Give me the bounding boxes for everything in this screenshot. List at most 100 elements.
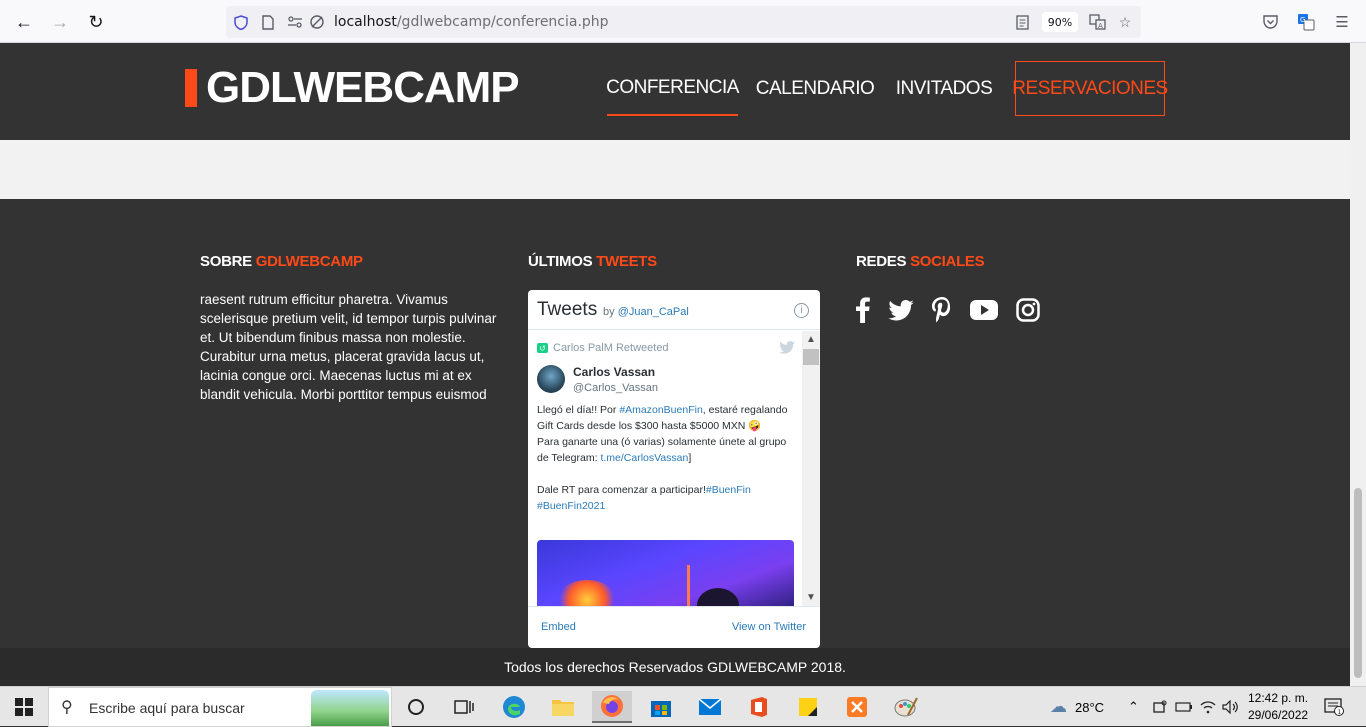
temperature: 28°C xyxy=(1075,699,1105,715)
translate-icon[interactable]: A xyxy=(1088,13,1106,31)
info-icon[interactable]: i xyxy=(794,303,809,318)
notifications-icon[interactable]: 1 xyxy=(1324,687,1344,727)
system-clock[interactable]: 12:42 p. m. 29/06/2022 xyxy=(1248,690,1312,724)
telegram-link[interactable]: t.me/CarlosVassan xyxy=(600,452,688,464)
about-heading-accent: GDLWEBCAMP xyxy=(255,253,363,270)
twitter-widget-by: by @Juan_CaPal xyxy=(603,306,689,318)
address-bar[interactable]: localhost/gdlwebcamp/conferencia.php 90%… xyxy=(226,6,1141,38)
main-nav: CONFERENCIA CALENDARIO INVITADOS RESERVA… xyxy=(606,61,1168,116)
logo-text: GDLWEBCAMP xyxy=(206,63,520,112)
url-host: localhost xyxy=(334,14,397,30)
xampp-icon[interactable] xyxy=(837,691,877,723)
tracking-blocked-icon[interactable] xyxy=(308,13,326,31)
web-page: GDLWEBCAMP CONFERENCIA CALENDARIO INVITA… xyxy=(0,43,1350,686)
nav-reservaciones[interactable]: RESERVACIONES xyxy=(1012,61,1168,116)
tweet-author-handle[interactable]: @Carlos_Vassan xyxy=(573,382,658,394)
browser-toolbar: ← → ↻ localhost/gdlwebcamp/conferencia.p… xyxy=(0,0,1366,43)
site-logo[interactable]: GDLWEBCAMP xyxy=(185,63,520,113)
hashtag-link[interactable]: #BuenFin2021 xyxy=(537,500,605,512)
svg-text:G: G xyxy=(1300,16,1305,24)
twitter-timeline[interactable]: ↺ Carlos PalM Retweeted Carlos Vassan @Ca… xyxy=(528,331,820,606)
about-heading-plain: SOBRE xyxy=(200,253,256,270)
edge-icon[interactable] xyxy=(494,691,534,723)
wifi-icon[interactable] xyxy=(1200,687,1216,727)
logo-bar xyxy=(185,69,197,107)
twitter-account-link[interactable]: @Juan_CaPal xyxy=(618,306,689,318)
url-text[interactable]: localhost/gdlwebcamp/conferencia.php xyxy=(334,14,609,30)
tweet-media-image[interactable] xyxy=(537,540,794,606)
weather-widget[interactable]: ☁ 28°C xyxy=(1050,687,1104,727)
store-icon[interactable] xyxy=(641,691,681,723)
back-icon[interactable]: ← xyxy=(10,8,38,36)
sticky-notes-icon[interactable] xyxy=(788,691,828,723)
pinterest-icon[interactable] xyxy=(932,294,952,326)
pocket-icon[interactable] xyxy=(1258,10,1282,34)
nav-conferencia[interactable]: CONFERENCIA xyxy=(606,61,739,116)
twitter-widget-footer: Embed View on Twitter xyxy=(528,606,820,648)
view-on-twitter-link[interactable]: View on Twitter xyxy=(732,621,806,633)
bookmark-star-icon[interactable]: ☆ xyxy=(1116,13,1134,31)
file-explorer-icon[interactable] xyxy=(543,691,583,723)
zoom-level-badge[interactable]: 90% xyxy=(1042,12,1078,32)
taskbar-search-input[interactable]: ⚲ Escribe aquí para buscar xyxy=(48,687,392,727)
paint-icon[interactable] xyxy=(886,691,926,723)
hashtag-link[interactable]: #BuenFin xyxy=(706,484,751,496)
tweet-author-name[interactable]: Carlos Vassan xyxy=(573,365,655,379)
office-icon[interactable] xyxy=(739,691,779,723)
tray-chevron-icon[interactable]: ⌃ xyxy=(1128,687,1139,727)
volume-icon[interactable] xyxy=(1222,687,1240,727)
timeline-scrollbar[interactable]: ▲ ▼ xyxy=(802,331,820,606)
scroll-thumb[interactable] xyxy=(803,349,819,365)
youtube-icon[interactable] xyxy=(970,294,998,326)
url-path: /gdlwebcamp/conferencia.php xyxy=(396,14,609,30)
menu-icon[interactable]: ☰ xyxy=(1330,10,1354,34)
facebook-icon[interactable] xyxy=(856,294,870,326)
social-heading-plain: REDES xyxy=(856,253,911,270)
forward-icon[interactable]: → xyxy=(46,8,74,36)
retweeted-by-text: Carlos PalM Retweeted xyxy=(553,342,669,354)
about-text: raesent rutrum efficitur pharetra. Vivam… xyxy=(200,292,497,402)
twitter-widget-title: Tweets xyxy=(537,299,598,320)
twitter-timeline-widget: Tweets by @Juan_CaPal i ↺ Carlos PalM Ret… xyxy=(528,290,820,648)
embed-link[interactable]: Embed xyxy=(541,621,576,633)
reader-view-icon[interactable] xyxy=(1013,13,1031,31)
permissions-icon[interactable] xyxy=(286,13,304,31)
firefox-icon[interactable] xyxy=(592,691,632,723)
windows-start-icon[interactable] xyxy=(0,687,48,727)
battery-icon[interactable] xyxy=(1175,687,1193,727)
hashtag-link[interactable]: #AmazonBuenFin xyxy=(619,404,702,416)
cortana-icon[interactable] xyxy=(396,691,436,723)
avatar[interactable] xyxy=(537,365,565,393)
twitter-widget-header: Tweets by @Juan_CaPal i xyxy=(528,290,820,330)
clock-time: 12:42 p. m. xyxy=(1248,691,1309,705)
page-scrollbar[interactable] xyxy=(1350,43,1366,686)
instagram-icon[interactable] xyxy=(1016,294,1040,326)
tweets-heading-accent: TWEETS xyxy=(596,253,657,270)
translate-extension-icon[interactable]: G xyxy=(1294,10,1318,34)
retweet-icon: ↺ xyxy=(537,343,548,353)
page-icon[interactable] xyxy=(259,13,277,31)
media-light xyxy=(687,565,690,606)
reload-icon[interactable]: ↻ xyxy=(82,8,110,36)
tweets-heading: ÚLTIMOS TWEETS xyxy=(528,253,657,270)
tweet-text-part: Dale RT para comenzar a participar! xyxy=(537,484,706,496)
twitter-bird-icon[interactable] xyxy=(779,341,795,357)
scroll-down-icon[interactable]: ▼ xyxy=(806,592,816,603)
social-heading: REDES SOCIALES xyxy=(856,253,985,270)
svg-text:A: A xyxy=(1098,22,1103,30)
twitter-icon[interactable] xyxy=(888,294,914,326)
mail-icon[interactable] xyxy=(690,691,730,723)
page-scroll-thumb[interactable] xyxy=(1354,488,1362,678)
site-header: GDLWEBCAMP CONFERENCIA CALENDARIO INVITA… xyxy=(0,43,1350,140)
meet-now-icon[interactable] xyxy=(1152,687,1168,727)
nav-invitados[interactable]: INVITADOS xyxy=(884,61,1004,116)
scroll-up-icon[interactable]: ▲ xyxy=(806,334,816,345)
about-heading: SOBRE GDLWEBCAMP xyxy=(200,253,363,270)
tweet-text-part: Llegó el día!! Por xyxy=(537,404,620,416)
shield-icon[interactable] xyxy=(232,13,250,31)
search-highlight-art[interactable] xyxy=(311,690,389,726)
nav-calendario[interactable]: CALENDARIO xyxy=(746,61,884,116)
media-glow xyxy=(557,580,617,606)
content-band xyxy=(0,140,1350,199)
task-view-icon[interactable] xyxy=(444,691,484,723)
